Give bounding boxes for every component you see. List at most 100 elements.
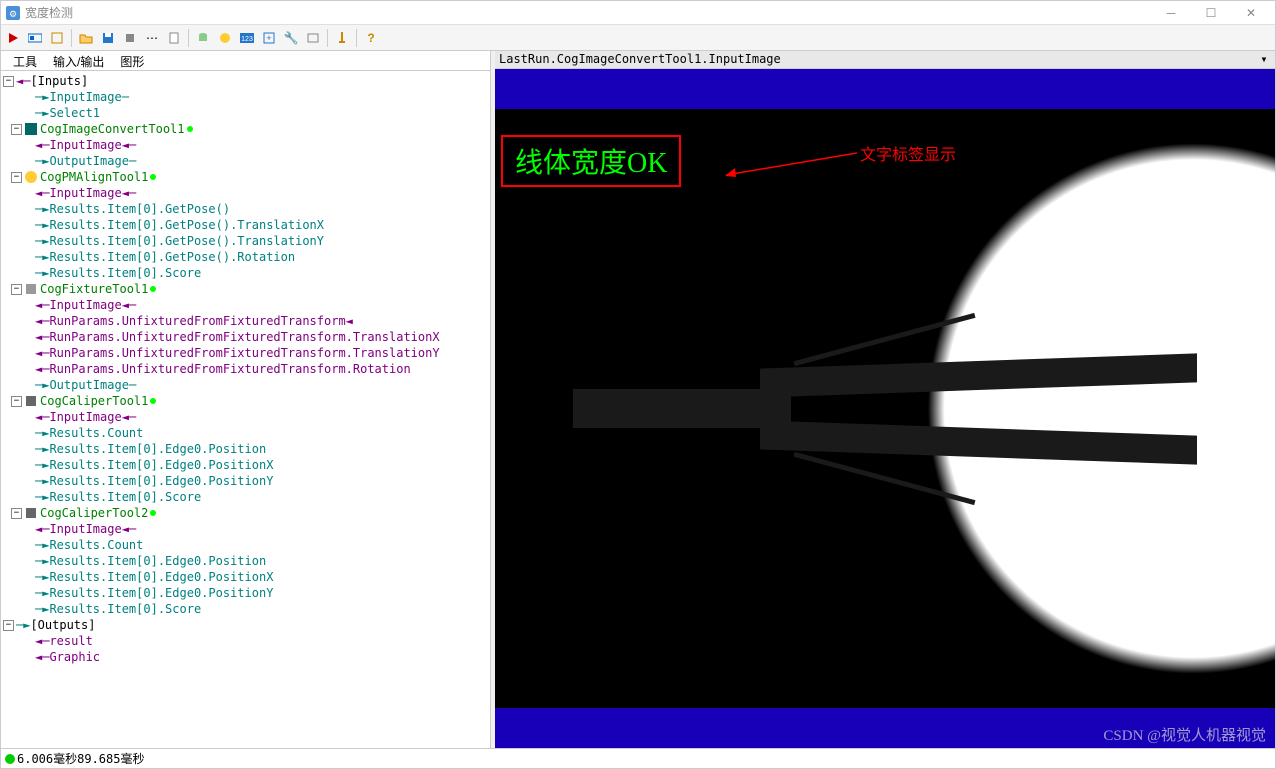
close-button[interactable]: ✕ — [1231, 2, 1271, 24]
tree-item[interactable]: Results.Item[0].Edge0.PositionY — [49, 473, 273, 489]
tool2-icon[interactable] — [47, 28, 67, 48]
tree-item[interactable]: Results.Item[0].GetPose().Rotation — [49, 249, 295, 265]
box-icon[interactable] — [303, 28, 323, 48]
app-icon: ⚙ — [5, 5, 21, 21]
tree-item[interactable]: Results.Item[0].Edge0.Position — [49, 441, 266, 457]
num-icon[interactable]: 123 — [237, 28, 257, 48]
doc-icon[interactable] — [164, 28, 184, 48]
more-icon[interactable]: ⋯ — [142, 28, 162, 48]
result-overlay: 线体宽度OK — [501, 135, 681, 187]
tree-item[interactable]: RunParams.UnfixturedFromFixturedTransfor… — [49, 329, 439, 345]
watermark: CSDN @视觉人机器视觉 — [1103, 724, 1266, 745]
tree-item[interactable]: OutputImage — [49, 377, 128, 393]
save-icon[interactable] — [98, 28, 118, 48]
tree-item[interactable]: InputImage — [49, 297, 121, 313]
annotation-label: 文字标签显示 — [860, 141, 956, 165]
tree-item[interactable]: Results.Count — [49, 537, 143, 553]
tree-item[interactable]: Results.Item[0].Score — [49, 601, 201, 617]
camera-image — [495, 109, 1275, 708]
toggle-icon[interactable]: − — [11, 172, 22, 183]
toggle-icon[interactable]: − — [11, 284, 22, 295]
image-view[interactable]: 线体宽度OK 文字标签显示 — [495, 69, 1275, 748]
convert-tool-icon — [24, 122, 38, 136]
tree-item[interactable]: Results.Item[0].Edge0.PositionY — [49, 585, 273, 601]
right-panel: LastRun.CogImageConvertTool1.InputImage … — [495, 51, 1275, 748]
tree-item[interactable]: Results.Item[0].Edge0.PositionX — [49, 457, 273, 473]
toggle-icon[interactable]: − — [3, 76, 14, 87]
window-title: 宽度检测 — [25, 4, 1151, 21]
titlebar: ⚙ 宽度检测 ─ ☐ ✕ — [1, 1, 1275, 25]
svg-text:123: 123 — [241, 36, 253, 43]
tree-outputs[interactable]: [Outputs] — [30, 617, 95, 633]
settings-icon[interactable] — [120, 28, 140, 48]
dropdown-icon[interactable]: ▾ — [1257, 52, 1271, 67]
tree-item[interactable]: InputImage — [49, 521, 121, 537]
tree-tool[interactable]: CogFixtureTool1 — [40, 281, 148, 297]
status-dot-icon — [150, 286, 156, 292]
marker-icon[interactable] — [332, 28, 352, 48]
status-text: 6.006毫秒89.685毫秒 — [17, 750, 144, 767]
left-panel: 工具 输入/输出 图形 −◄─[Inputs] ─► InputImage ─ … — [1, 51, 491, 748]
tree-item[interactable]: Results.Item[0].Score — [49, 265, 201, 281]
svg-text:+: + — [266, 33, 271, 43]
toolbar: ⋯ 123 + 🔧 ? — [1, 25, 1275, 51]
pmalign-tool-icon — [24, 170, 38, 184]
tree-item[interactable]: Select1 — [49, 105, 100, 121]
minimize-button[interactable]: ─ — [1151, 2, 1191, 24]
tree-item[interactable]: RunParams.UnfixturedFromFixturedTransfor… — [49, 361, 410, 377]
status-indicator-icon — [5, 754, 15, 764]
tree-tool[interactable]: CogImageConvertTool1 — [40, 121, 185, 137]
tree-item[interactable]: Results.Item[0].Edge0.PositionX — [49, 569, 273, 585]
tree-tool[interactable]: CogCaliperTool1 — [40, 393, 148, 409]
tree-tool[interactable]: CogCaliperTool2 — [40, 505, 148, 521]
menu-io[interactable]: 输入/输出 — [45, 51, 112, 70]
tree-item[interactable]: OutputImage — [49, 153, 128, 169]
tree-item[interactable]: RunParams.UnfixturedFromFixturedTransfor… — [49, 313, 345, 329]
run-icon[interactable] — [3, 28, 23, 48]
tree-item[interactable]: InputImage — [49, 409, 121, 425]
plus-icon[interactable]: + — [259, 28, 279, 48]
open-icon[interactable] — [76, 28, 96, 48]
tree-item[interactable]: Graphic — [49, 649, 100, 665]
tree-item[interactable]: Results.Item[0].Score — [49, 489, 201, 505]
image-header: LastRun.CogImageConvertTool1.InputImage … — [495, 51, 1275, 69]
annotation-arrow-icon — [725, 149, 865, 179]
help-icon[interactable]: ? — [361, 28, 381, 48]
clock-icon[interactable] — [215, 28, 235, 48]
tool1-icon[interactable] — [25, 28, 45, 48]
tree-item[interactable]: Results.Item[0].GetPose() — [49, 201, 230, 217]
result-text: 线体宽度OK — [515, 148, 667, 179]
caliper-tool-icon — [24, 394, 38, 408]
image-header-text: LastRun.CogImageConvertTool1.InputImage — [499, 52, 1257, 67]
tree-item[interactable]: Results.Count — [49, 425, 143, 441]
db-icon[interactable] — [193, 28, 213, 48]
status-dot-icon — [187, 126, 193, 132]
statusbar: 6.006毫秒89.685毫秒 — [1, 748, 1275, 768]
toggle-icon[interactable]: − — [11, 124, 22, 135]
wrench-icon[interactable]: 🔧 — [281, 28, 301, 48]
fixture-tool-icon — [24, 282, 38, 296]
tree-item[interactable]: Results.Item[0].Edge0.Position — [49, 553, 266, 569]
caliper-tool-icon — [24, 506, 38, 520]
toggle-icon[interactable]: − — [11, 508, 22, 519]
tool-tree[interactable]: −◄─[Inputs] ─► InputImage ─ ─► Select1 −… — [1, 71, 490, 748]
tree-tool[interactable]: CogPMAlignTool1 — [40, 169, 148, 185]
menu-tools[interactable]: 工具 — [5, 51, 45, 70]
svg-text:⚙: ⚙ — [9, 9, 17, 19]
tree-item[interactable]: Results.Item[0].GetPose().TranslationY — [49, 233, 324, 249]
toggle-icon[interactable]: − — [11, 396, 22, 407]
status-dot-icon — [150, 174, 156, 180]
menu-graphics[interactable]: 图形 — [112, 51, 152, 70]
status-dot-icon — [150, 510, 156, 516]
tree-item[interactable]: InputImage — [49, 89, 121, 105]
toggle-icon[interactable]: − — [3, 620, 14, 631]
tree-item[interactable]: InputImage — [49, 137, 121, 153]
tree-inputs[interactable]: [Inputs] — [30, 73, 88, 89]
tree-item[interactable]: result — [49, 633, 92, 649]
tree-item[interactable]: RunParams.UnfixturedFromFixturedTransfor… — [49, 345, 439, 361]
tree-item[interactable]: InputImage — [49, 185, 121, 201]
tree-item[interactable]: Results.Item[0].GetPose().TranslationX — [49, 217, 324, 233]
status-dot-icon — [150, 398, 156, 404]
maximize-button[interactable]: ☐ — [1191, 2, 1231, 24]
menubar: 工具 输入/输出 图形 — [1, 51, 490, 71]
